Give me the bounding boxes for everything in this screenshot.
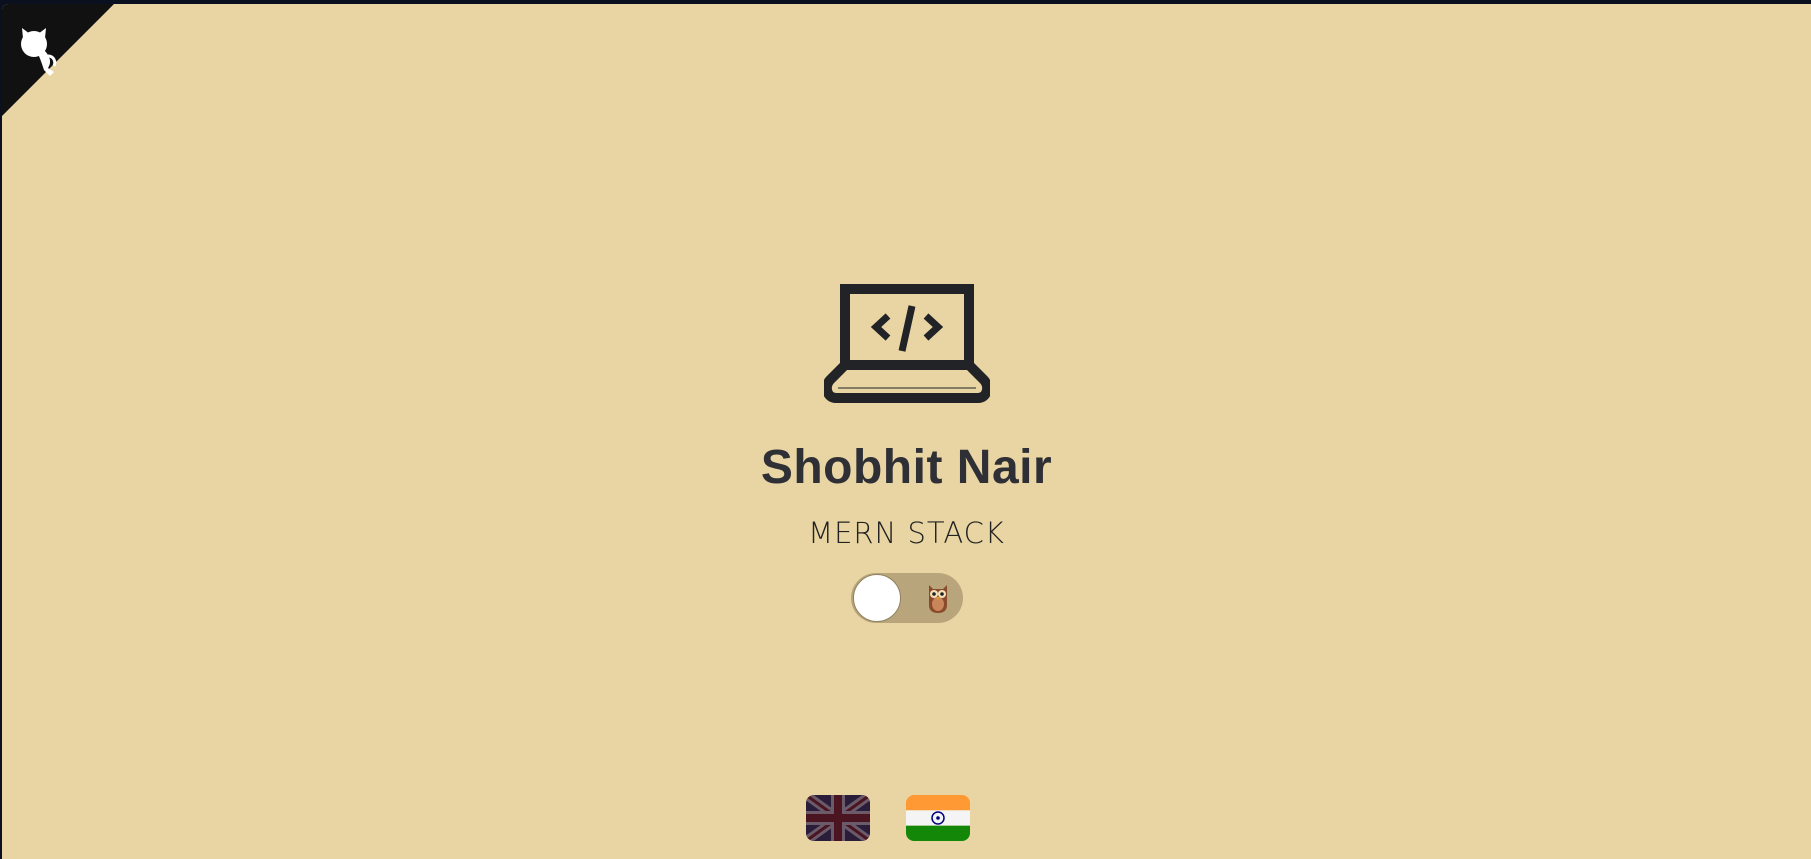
india-flag-icon — [906, 795, 970, 841]
laptop-code-icon — [823, 284, 990, 403]
owl-icon — [929, 585, 947, 613]
profile-name: Shobhit Nair — [760, 441, 1053, 494]
page: Shobhit Nair MERN STACK — [2, 4, 1811, 859]
github-corner-link[interactable] — [2, 4, 114, 116]
github-octocat-icon — [2, 4, 114, 116]
uk-flag-icon — [806, 795, 870, 841]
language-selector — [2, 795, 1811, 843]
language-hindi[interactable] — [906, 795, 970, 841]
toggle-knob[interactable] — [853, 574, 901, 622]
hero: Shobhit Nair MERN STACK — [2, 284, 1811, 550]
theme-toggle[interactable] — [851, 573, 963, 623]
profile-role: MERN STACK — [808, 516, 1005, 550]
language-english[interactable] — [806, 795, 870, 841]
